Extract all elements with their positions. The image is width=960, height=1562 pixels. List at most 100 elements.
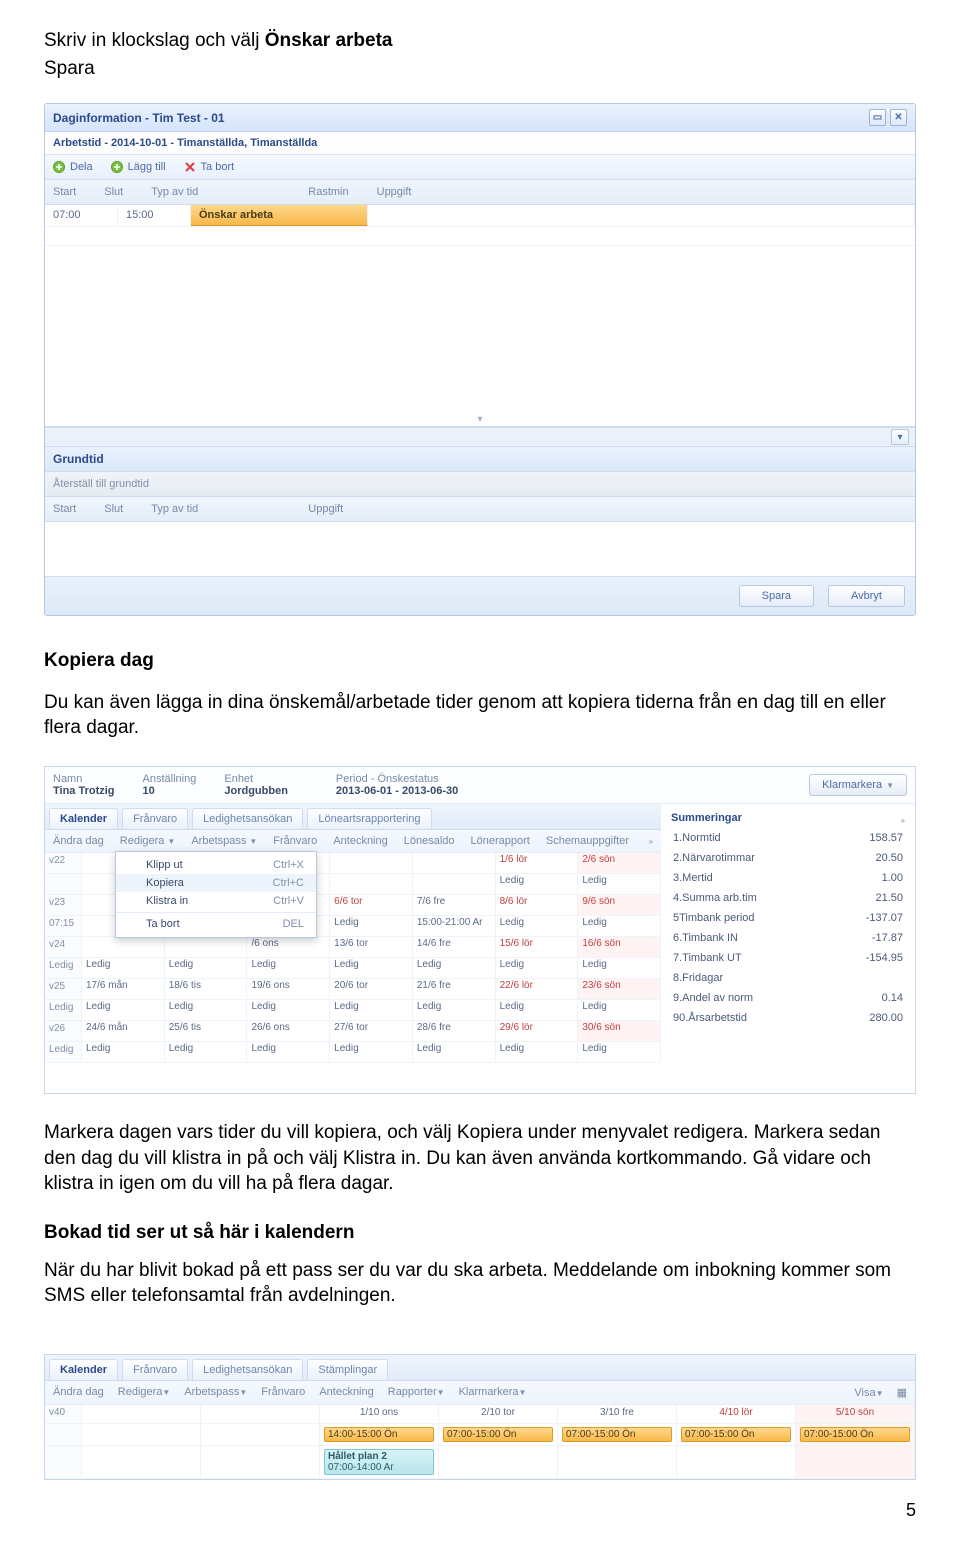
cal-day[interactable]: 2/10 tor [439,1405,558,1423]
arbetspass-menu[interactable]: Arbetspass▼ [184,1386,247,1398]
cal-day[interactable]: 25/6 tis [165,1021,248,1041]
cal-day[interactable]: 13/6 tor [330,937,413,957]
rapporter-menu[interactable]: Rapporter▼ [388,1386,445,1398]
lagg-till-button[interactable]: Lägg till [111,161,166,173]
cal-day[interactable]: 28/6 fre [413,1021,496,1041]
table-header-2: Start Slut Typ av tid Uppgift [45,497,915,522]
summering-row: 4.Summa arb.tim21.50 [671,888,905,908]
cell-typ-onskar-arbeta: Önskar arbeta [191,205,368,226]
anteckning-button[interactable]: Anteckning [333,835,387,847]
maximize-icon[interactable]: ▭ [869,109,886,126]
week-v22: v22 [45,853,82,873]
col2-start: Start [53,503,76,515]
menu-klipp-ut[interactable]: Klipp ut Ctrl+X [116,856,316,874]
tab-franvaro[interactable]: Frånvaro [122,1359,188,1380]
menu-ta-bort[interactable]: Ta bort DEL [116,915,316,933]
booked-shift-chip[interactable]: Hållet plan 2 07:00-14:00 Ar [324,1449,434,1475]
kopiera-dag-heading: Kopiera dag [44,650,916,672]
more-icon[interactable]: » [649,837,653,846]
menu-label: Kopiera [146,877,184,889]
cal-day[interactable]: 8/6 lör [496,895,579,915]
kopiera-dag-body: Du kan även lägga in dina önskemål/arbet… [44,690,916,740]
visa-menu[interactable]: Visa▼ [854,1387,883,1399]
lonesaldo-button[interactable]: Lönesaldo [404,835,455,847]
shift-chip-onskar[interactable]: 07:00-15:00 Ön [562,1427,672,1442]
ledig-cell: Ledig [496,1000,579,1020]
cal-day[interactable]: 14/6 fre [413,937,496,957]
klarmarkera-label: Klarmarkera [822,779,882,791]
lonerapport-button[interactable]: Lönerapport [471,835,530,847]
cal-day[interactable]: 21/6 fre [413,979,496,999]
cal-day[interactable]: 26/6 ons [247,1021,330,1041]
cal-day[interactable]: 20/6 tor [330,979,413,999]
cal-day[interactable]: 18/6 tis [165,979,248,999]
andra-dag-button[interactable]: Ändra dag [53,835,104,847]
expand-icon[interactable]: » [901,816,905,825]
cal-day[interactable]: 2/6 sön [578,853,661,873]
cal-day[interactable]: 16/6 sön [578,937,661,957]
klarmarkera-menu[interactable]: Klarmarkera▼ [459,1386,527,1398]
menu-kopiera[interactable]: Kopiera Ctrl+C [116,874,316,892]
layout-icon[interactable]: ▦ [897,1387,907,1399]
tab-ledighet[interactable]: Ledighetsansökan [192,1359,303,1380]
menu-klistra-in[interactable]: Klistra in Ctrl+V [116,892,316,910]
klarmarkera-button[interactable]: Klarmarkera ▼ [809,774,907,796]
cal-day[interactable]: 1/6 lör [496,853,579,873]
shift-chip-onskar[interactable]: 07:00-15:00 Ön [800,1427,910,1442]
menu-shortcut: Ctrl+V [273,895,304,907]
data-grid: 07:00 15:00 Önskar arbeta ▾ [45,205,915,427]
cal-day[interactable]: 9/6 sön [578,895,661,915]
andra-dag-button[interactable]: Ändra dag [53,1386,104,1398]
time-row-1[interactable]: 07:00 15:00 Önskar arbeta [45,205,915,227]
close-icon[interactable]: ✕ [890,109,907,126]
cal-day[interactable]: 24/6 mån [82,1021,165,1041]
tab-kalender[interactable]: Kalender [49,808,118,829]
cal-day[interactable]: 5/10 sön [796,1405,915,1423]
ta-bort-button[interactable]: Ta bort [184,161,235,173]
cal-day[interactable]: 7/6 fre [413,895,496,915]
avbryt-button[interactable]: Avbryt [828,585,905,607]
cal-day[interactable]: 27/6 tor [330,1021,413,1041]
tab-franvaro[interactable]: Frånvaro [122,808,188,829]
shift-chip-onskar[interactable]: 07:00-15:00 Ön [443,1427,553,1442]
cal-day[interactable]: /6 ons [247,937,330,957]
franvaro-button[interactable]: Frånvaro [261,1386,305,1398]
col-uppgift: Uppgift [377,186,412,198]
summering-label: 7.Timbank UT [673,952,742,964]
cal-day[interactable]: 6/6 tor [330,895,413,915]
window-title-text: Daginformation - Tim Test - 01 [53,111,225,125]
grundtid-tab[interactable]: Grundtid [45,447,915,472]
redigera-menu[interactable]: Redigera▼ [118,1386,171,1398]
redigera-menu[interactable]: Redigera▼ [120,835,176,847]
aterstall-button[interactable]: Återställ till grundtid [45,472,915,497]
expand-button[interactable]: ▾ [891,429,909,445]
tab-stamplingar[interactable]: Stämplingar [307,1359,388,1380]
tab-ledighet[interactable]: Ledighetsansökan [192,808,303,829]
franvaro-button[interactable]: Frånvaro [273,835,317,847]
cal-day[interactable]: 30/6 sön [578,1021,661,1041]
cal-day[interactable]: 4/10 lör [677,1405,796,1423]
cal-day[interactable]: 1/10 ons [320,1405,439,1423]
anteckning-button[interactable]: Anteckning [319,1386,373,1398]
cal-day[interactable]: 22/6 lör [496,979,579,999]
tab-bar-3: Kalender Frånvaro Ledighetsansökan Stämp… [45,1355,915,1381]
cal-day[interactable]: 15/6 lör [496,937,579,957]
cal-day[interactable]: 17/6 mån [82,979,165,999]
schemauppgifter-button[interactable]: Schemauppgifter [546,835,629,847]
arbetspass-menu[interactable]: Arbetspass▼ [191,835,257,847]
col-typ: Typ av tid [151,186,198,198]
cal-day[interactable]: 19/6 ons [247,979,330,999]
shift-chip-onskar[interactable]: 14:00-15:00 Ön [324,1427,434,1442]
tab-kalender[interactable]: Kalender [49,1359,118,1380]
cal-day[interactable]: 29/6 lör [496,1021,579,1041]
spara-button[interactable]: Spara [739,585,814,607]
period-value: 2013-06-01 - 2013-06-30 [336,785,458,797]
dela-button[interactable]: Dela [53,161,93,173]
summering-label: 3.Mertid [673,872,713,884]
shift-chip-onskar[interactable]: 07:00-15:00 Ön [681,1427,791,1442]
cal-day[interactable]: 23/6 sön [578,979,661,999]
ledig-wk: Ledig [45,958,82,978]
tab-loneart[interactable]: Löneartsrapportering [307,808,431,829]
cal3-row-days: v40 1/10 ons 2/10 tor 3/10 fre 4/10 lör … [45,1405,915,1424]
cal-day[interactable]: 3/10 fre [558,1405,677,1423]
